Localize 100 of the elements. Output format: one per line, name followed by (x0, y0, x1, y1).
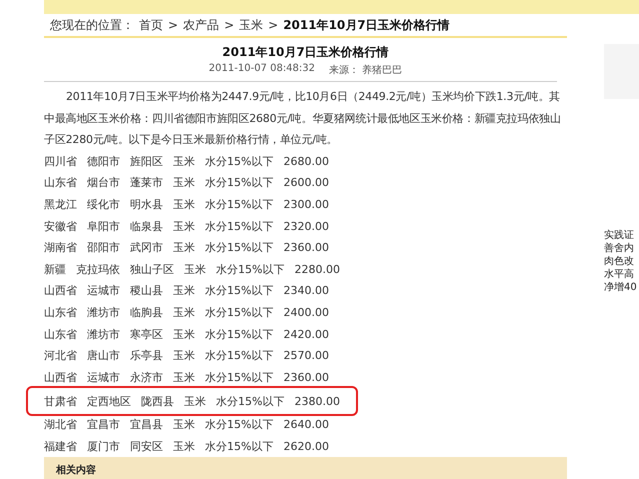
breadcrumb-link[interactable]: 玉米 (239, 16, 264, 34)
table-cell: 新疆 (44, 262, 66, 277)
table-cell: 运城市 (87, 283, 120, 298)
table-cell: 唐山市 (87, 348, 120, 364)
table-cell: 玉米 (173, 304, 195, 320)
snippet-line: 水平高 (604, 268, 635, 281)
table-cell: 独山子区 (130, 262, 174, 277)
table-cell: 湖北省 (44, 417, 77, 432)
table-cell: 克拉玛依 (76, 262, 120, 277)
breadcrumb-link[interactable]: 农产品 (183, 16, 220, 34)
breadcrumb-label: 您现在的位置： (50, 16, 134, 34)
table-cell: 玉米 (173, 196, 195, 212)
table-cell: 水分15%以下 (205, 348, 274, 364)
table-cell: 玉米 (173, 348, 195, 364)
table-cell: 稷山县 (130, 283, 163, 298)
table-cell: 2280.00 (294, 262, 340, 276)
table-cell: 明水县 (130, 196, 163, 212)
table-cell: 潍坊市 (87, 326, 120, 342)
table-cell: 烟台市 (87, 175, 120, 190)
table-cell: 水分15%以下 (205, 240, 274, 256)
table-cell: 山西省 (44, 283, 77, 298)
table-cell: 水分15%以下 (205, 218, 274, 234)
table-cell: 玉米 (184, 262, 206, 277)
table-cell: 2380.00 (294, 394, 340, 408)
table-cell: 水分15%以下 (216, 262, 284, 277)
breadcrumb-separator: > (268, 18, 278, 32)
table-cell: 运城市 (87, 370, 120, 385)
table-cell: 2320.00 (283, 220, 329, 233)
table-cell: 2420.00 (283, 328, 329, 341)
breadcrumb-link[interactable]: 首页 (139, 16, 163, 34)
table-cell: 厦门市 (87, 438, 120, 454)
table-cell: 蓬莱市 (130, 175, 163, 190)
table-cell: 水分15%以下 (205, 438, 274, 454)
table-cell: 2360.00 (283, 241, 329, 254)
table-cell: 同安区 (130, 438, 163, 454)
table-cell: 2300.00 (283, 198, 329, 211)
intro-paragraph: 2011年10月7日玉米平均价格为2447.9元/吨，比10月6日（2449.2元/吨）玉米均价下跌1.3元/吨。其中最高地区玉米价格：四川省德阳市旌阳区2680元/吨。华夏猪网统计最低地区玉米价格：新疆克拉玛依独山子区2280元/吨。以下是今日玉米最新价格行情，单位元/吨。 (44, 89, 562, 148)
source-label: 来源： 养猪巴巴 (329, 64, 402, 77)
table-cell: 德阳市 (87, 154, 120, 169)
snippet-line: 肉色改 (604, 255, 635, 268)
table-cell: 2360.00 (283, 370, 329, 384)
table-cell: 2340.00 (283, 284, 329, 298)
table-cell: 2400.00 (283, 306, 329, 319)
table-cell: 水分15%以下 (205, 196, 274, 212)
table-cell: 绥化市 (87, 196, 120, 212)
table-cell: 旌阳区 (130, 154, 163, 169)
table-cell: 水分15%以下 (205, 154, 274, 169)
table-cell: 玉米 (173, 438, 195, 454)
table-cell: 玉米 (184, 394, 206, 409)
table-cell: 水分15%以下 (205, 283, 274, 298)
breadcrumb-separator: > (224, 18, 234, 32)
table-cell: 潍坊市 (87, 304, 120, 320)
table-cell: 陇西县 (141, 394, 174, 409)
table-cell: 2620.00 (283, 440, 329, 453)
table-cell: 2600.00 (283, 176, 329, 190)
table-cell: 玉米 (173, 175, 195, 190)
table-cell: 武冈市 (130, 240, 163, 256)
table-cell: 宜昌市 (87, 417, 120, 432)
table-cell: 玉米 (173, 240, 195, 256)
table-cell: 水分15%以下 (216, 394, 284, 409)
table-cell: 水分15%以下 (205, 304, 274, 320)
table-cell: 水分15%以下 (205, 417, 274, 432)
table-cell: 2570.00 (283, 349, 329, 362)
table-cell: 2680.00 (283, 154, 329, 168)
table-cell: 山东省 (44, 326, 77, 342)
table-cell: 山西省 (44, 370, 77, 385)
table-cell: 河北省 (44, 348, 77, 364)
table-cell: 玉米 (173, 326, 195, 342)
table-cell: 玉米 (173, 154, 195, 169)
table-cell: 寒亭区 (130, 326, 163, 342)
table-cell: 水分15%以下 (205, 326, 274, 342)
table-cell: 玉米 (173, 283, 195, 298)
table-cell: 玉米 (173, 417, 195, 432)
table-cell: 临泉县 (130, 218, 163, 234)
table-cell: 四川省 (44, 154, 77, 169)
breadcrumb-current: 2011年10月7日玉米价格行情 (283, 16, 450, 34)
table-cell: 临朐县 (130, 304, 163, 320)
table-cell: 福建省 (44, 438, 77, 454)
article-title: 2011年10月7日玉米价格行情 (221, 44, 390, 61)
snippet-line: 实践证 (604, 229, 635, 242)
table-cell: 水分15%以下 (205, 370, 274, 385)
related-heading: 相关内容 (54, 463, 96, 478)
table-cell: 玉米 (173, 370, 195, 385)
table-cell: 定西地区 (87, 394, 131, 409)
table-cell: 宜昌县 (130, 417, 163, 432)
table-cell: 安徽省 (44, 218, 77, 234)
snippet-line: 善舍内 (604, 242, 635, 255)
table-cell: 湖南省 (44, 240, 77, 256)
table-cell: 甘肃省 (44, 394, 77, 409)
table-cell: 邵阳市 (87, 240, 120, 256)
table-cell: 2640.00 (283, 418, 329, 432)
table-cell: 山东省 (44, 175, 77, 190)
snippet-line: 净增40 (604, 281, 638, 294)
table-cell: 黑龙江 (44, 196, 77, 212)
table-cell: 山东省 (44, 304, 77, 320)
table-cell: 阜阳市 (87, 218, 120, 234)
table-cell: 玉米 (173, 218, 195, 234)
table-cell: 永济市 (130, 370, 163, 385)
table-cell: 水分15%以下 (205, 175, 274, 190)
breadcrumb-separator: > (168, 18, 178, 32)
